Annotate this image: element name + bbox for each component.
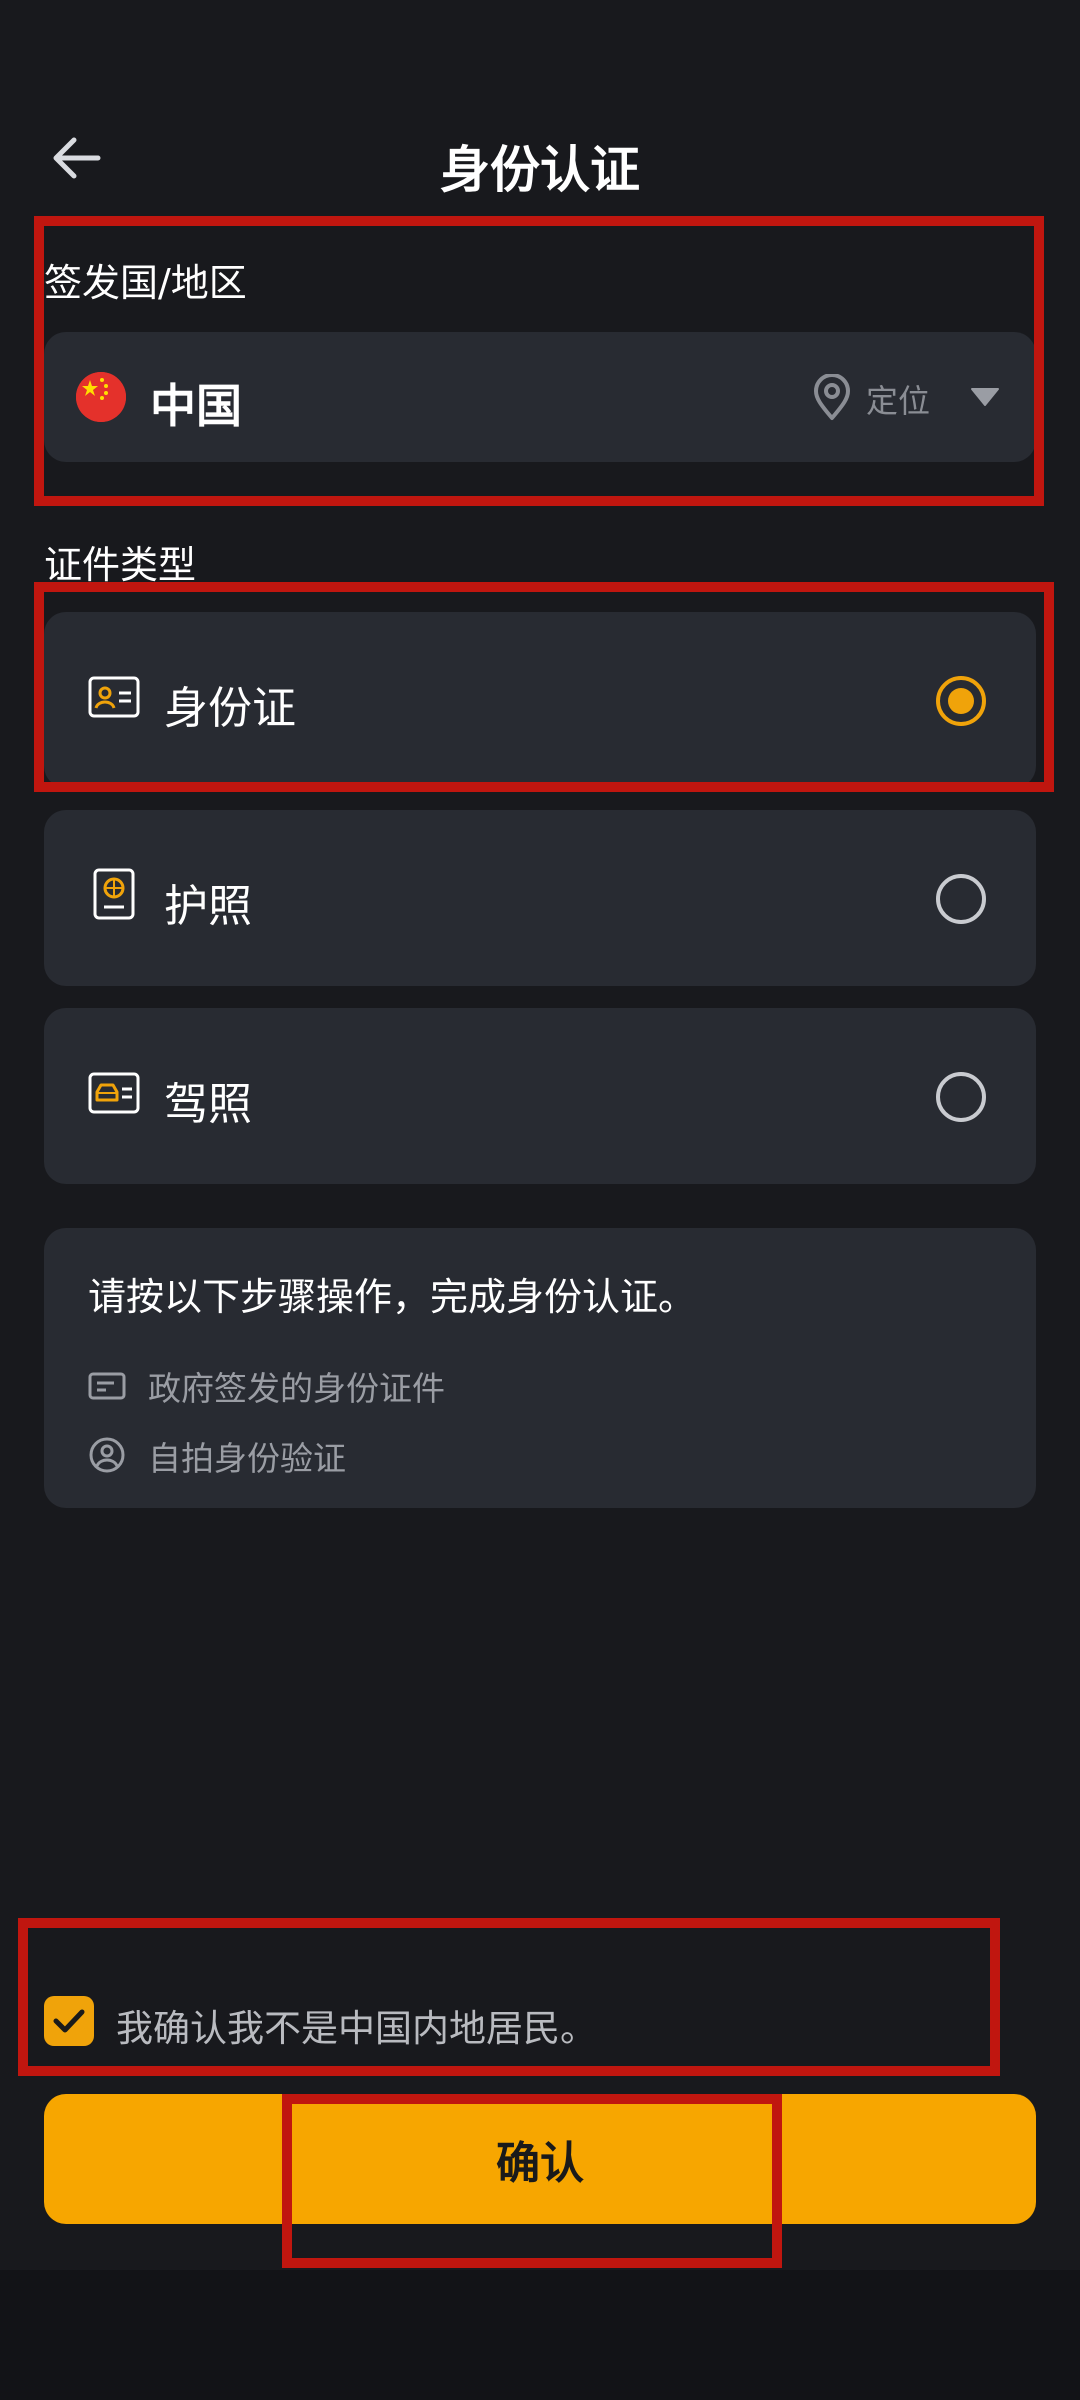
verification-steps-box: 请按以下步骤操作，完成身份认证。 政府签发的身份证件 自拍身份验证 <box>44 1228 1036 1508</box>
document-card-icon <box>88 1366 126 1404</box>
step-text: 自拍身份验证 <box>148 1439 346 1478</box>
doc-option-driver-license[interactable]: 驾照 <box>44 1008 1036 1184</box>
highlight-box <box>34 582 1054 792</box>
radio-unselected[interactable] <box>936 1072 986 1122</box>
doc-option-passport[interactable]: 护照 <box>44 810 1036 986</box>
highlight-box <box>34 216 1044 506</box>
steps-title: 请按以下步骤操作，完成身份认证。 <box>88 1275 697 1319</box>
bottom-bar <box>0 2270 1080 2400</box>
user-circle-icon <box>88 1436 126 1474</box>
doc-option-label: 驾照 <box>164 1079 252 1130</box>
step-text: 政府签发的身份证件 <box>148 1369 445 1408</box>
document-type-label: 证件类型 <box>44 543 197 587</box>
highlight-box <box>18 1918 1000 2076</box>
radio-unselected[interactable] <box>936 874 986 924</box>
passport-icon <box>88 868 140 922</box>
driver-license-icon <box>88 1072 140 1120</box>
page-title: 身份认证 <box>440 141 640 199</box>
doc-option-label: 护照 <box>164 881 252 932</box>
highlight-box <box>282 2094 782 2268</box>
